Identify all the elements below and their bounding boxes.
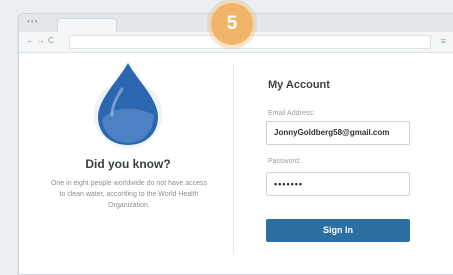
back-arrow-icon[interactable]: ← bbox=[26, 36, 34, 46]
nav-buttons: ← → C bbox=[26, 36, 54, 46]
fact-title: Did you know? bbox=[85, 157, 171, 171]
email-label: Email Address: bbox=[268, 110, 315, 117]
account-title: My Account bbox=[268, 79, 330, 91]
water-drop-icon bbox=[94, 63, 162, 148]
email-field[interactable]: JonnyGoldberg58@gmail.com bbox=[266, 121, 410, 145]
password-field[interactable]: ••••••• bbox=[266, 172, 410, 196]
address-bar[interactable] bbox=[69, 35, 431, 49]
step-badge: 5 bbox=[211, 3, 253, 45]
fact-text: One in eight people worldwide do not hav… bbox=[50, 180, 208, 209]
browser-tab[interactable] bbox=[57, 18, 117, 33]
password-label: Password: bbox=[268, 158, 301, 165]
panel-divider bbox=[233, 64, 234, 254]
reload-icon[interactable]: C bbox=[48, 36, 54, 46]
menu-icon[interactable]: ≡ bbox=[441, 36, 446, 46]
window-controls-icon[interactable]: ••• bbox=[27, 17, 38, 27]
forward-arrow-icon[interactable]: → bbox=[37, 36, 45, 46]
sign-in-button[interactable]: Sign In bbox=[266, 219, 410, 242]
